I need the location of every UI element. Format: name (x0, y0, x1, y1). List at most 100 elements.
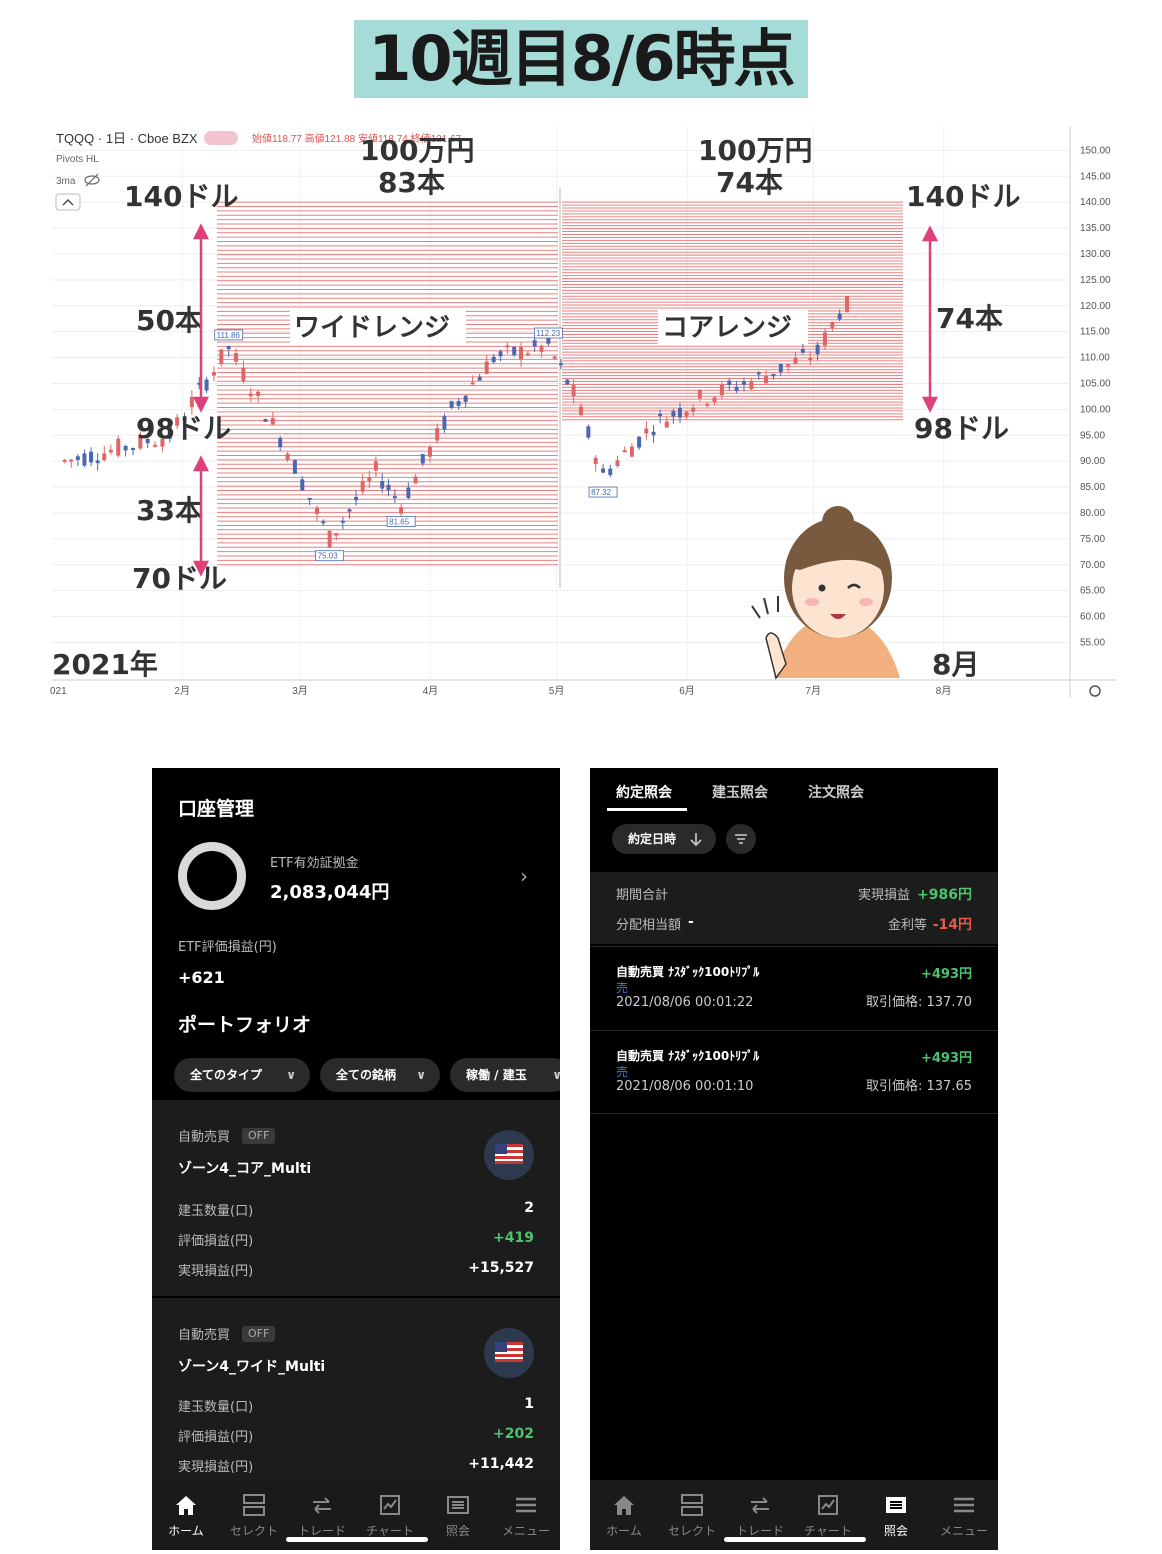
sort-down-icon (690, 833, 702, 847)
y-tick-label: 60.00 (1080, 612, 1105, 623)
trade-time: 2021/08/06 00:01:10 (616, 1079, 754, 1094)
candle-down (532, 340, 537, 347)
filter-type[interactable]: 全てのタイプ ∨ (174, 1058, 310, 1092)
qty-label: 建玉数量(口) (178, 1204, 254, 1219)
candle-down (321, 521, 326, 524)
candle-up (153, 444, 158, 447)
y-tick-label: 130.00 (1080, 249, 1111, 260)
chevron-down-icon: ∨ (286, 1068, 296, 1082)
tab-positions[interactable]: 建玉照会 (712, 782, 768, 802)
core-count: 74本 (716, 166, 783, 199)
y-tick-label: 90.00 (1080, 456, 1105, 467)
chevron-right-icon[interactable]: › (520, 864, 528, 888)
candle-down (477, 376, 482, 381)
candle-up (334, 533, 339, 536)
y-tick-label: 110.00 (1080, 353, 1110, 364)
account-title: 口座管理 (178, 798, 255, 820)
filter-status[interactable]: 稼働 / 建玉 ∨ (450, 1058, 560, 1092)
candle-up (102, 453, 107, 461)
candle-down (442, 416, 447, 430)
candle-down (278, 438, 283, 448)
eval-label: ETF評価損益(円) (178, 940, 277, 955)
candle-up (684, 411, 689, 417)
y-tick-label: 125.00 (1080, 275, 1111, 286)
tab-orders[interactable]: 注文照会 (808, 782, 864, 802)
trade-side: 売 (616, 981, 629, 995)
candle-up (578, 406, 583, 416)
core-range-label: コアレンジ (662, 313, 792, 343)
pivot-value-label: 75.03 (318, 552, 339, 561)
month-label: 8月 (932, 648, 979, 681)
wide-count: 83本 (378, 166, 445, 199)
nav-chart[interactable]: チャート (356, 1492, 424, 1539)
nav-home[interactable]: ホーム (590, 1492, 658, 1539)
candle-up (793, 357, 798, 364)
indicator-pivots: Pivots HL (56, 154, 99, 165)
sort-button[interactable]: 約定日時 (612, 824, 716, 854)
period-total-label: 期間合計 (616, 888, 669, 903)
status-badge: OFF (242, 1326, 276, 1342)
x-tick-label: 5月 (549, 685, 565, 697)
realized-pnl-value: +11,442 (468, 1456, 534, 1472)
trade-row[interactable]: 自動売買 ﾅｽﾀﾞｯｸ100ﾄﾘﾌﾟﾙ 売 2021/08/06 00:01:1… (590, 1030, 998, 1114)
nav-trade[interactable]: トレード (726, 1492, 794, 1539)
candle-down (637, 436, 642, 448)
nav-inquiry[interactable]: 照会 (862, 1492, 930, 1539)
candle-up (470, 382, 475, 385)
candle-down (658, 413, 663, 416)
nav-chart[interactable]: チャート (794, 1492, 862, 1539)
candle-down (226, 346, 231, 350)
trade-price: 取引価格: 137.65 (866, 1079, 972, 1094)
candle-up (519, 347, 524, 360)
pivot-value-label: 112.23 (536, 329, 560, 338)
candle-up (116, 438, 121, 456)
tab-executions[interactable]: 約定照会 (616, 782, 672, 802)
candle-up (664, 421, 669, 428)
trade-time: 2021/08/06 00:01:22 (616, 995, 754, 1010)
nav-home[interactable]: ホーム (152, 1492, 220, 1539)
tqqq-chart: 150.00 145.00 140.00 135.00 130.00 125.00 120.… (0, 118, 1162, 708)
margin-donut (178, 842, 246, 910)
y-tick-label: 75.00 (1080, 534, 1105, 545)
trade-pnl: +493円 (920, 1051, 972, 1066)
candle-up (435, 428, 440, 441)
chart-symbol: TQQQ · 1日 · Cboe BZX (56, 131, 198, 146)
y-tick-label: 55.00 (1080, 637, 1105, 648)
candle-down (204, 379, 209, 391)
y-tick-label: 80.00 (1080, 508, 1105, 519)
trade-row[interactable]: 自動売買 ﾅｽﾀﾞｯｸ100ﾄﾘﾌﾟﾙ 売 2021/08/06 00:01:2… (590, 946, 998, 1030)
nav-select-label: セレクト (229, 1524, 278, 1538)
nav-trade[interactable]: トレード (288, 1492, 356, 1539)
account-screen: 口座管理 ETF有効証拠金 2,083,044円 › ETF評価損益(円) +6… (152, 768, 560, 1550)
portfolio-title: ポートフォリオ (178, 1014, 312, 1036)
nav-chart-label: チャート (366, 1524, 414, 1538)
chart-icon (818, 1495, 838, 1515)
candle-up (327, 530, 332, 548)
position-card[interactable]: 自動売買 OFF ゾーン4_コア_Multi 建玉数量(口) 2 評価損益(円)… (152, 1100, 560, 1296)
position-card[interactable]: 自動売買 OFF ゾーン4_ワイド_Multi 建玉数量(口) 1 評価損益(円… (152, 1298, 560, 1480)
nav-menu[interactable]: メニュー (930, 1492, 998, 1539)
pivot-value-label: 87.32 (591, 488, 612, 497)
candle-up (69, 459, 74, 462)
nav-select[interactable]: セレクト (220, 1492, 288, 1539)
filter-symbol[interactable]: 全ての銘柄 ∨ (320, 1058, 440, 1092)
y-tick-label: 65.00 (1080, 586, 1105, 597)
bottom-nav: ホーム セレクト トレード チャート 照会 メニュー (590, 1480, 998, 1550)
collapse-legend-button[interactable] (55, 193, 81, 211)
nav-menu[interactable]: メニュー (492, 1492, 560, 1539)
nav-select[interactable]: セレクト (658, 1492, 726, 1539)
candle-up (241, 367, 246, 382)
x-tick-label: 7月 (805, 685, 821, 697)
candle-down (491, 356, 496, 363)
compare-toggle[interactable] (204, 131, 238, 145)
filter-button[interactable] (726, 824, 756, 854)
filter-status-label: 稼働 / 建玉 (466, 1068, 527, 1082)
candle-up (786, 364, 791, 367)
candle-up (248, 393, 253, 397)
candle-up (413, 476, 418, 484)
candle-down (559, 363, 563, 366)
nav-inquiry[interactable]: 照会 (424, 1492, 492, 1539)
list-icon (886, 1497, 906, 1513)
trade-name: 自動売買 ﾅｽﾀﾞｯｸ100ﾄﾘﾌﾟﾙ (616, 1049, 760, 1063)
trade-icon (751, 1497, 769, 1514)
